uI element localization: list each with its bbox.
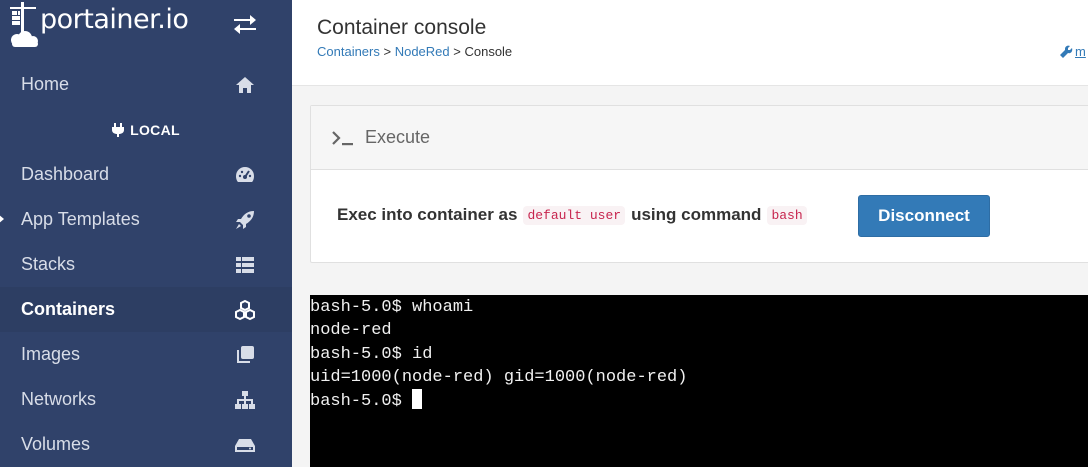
- brand: portainer.io: [0, 0, 292, 48]
- breadcrumb-container-link[interactable]: NodeRed: [395, 44, 450, 59]
- sidebar-item-stacks[interactable]: Stacks: [0, 242, 292, 287]
- terminal-console[interactable]: bash-5.0$ whoami node-red bash-5.0$ id u…: [310, 295, 1088, 467]
- rocket-icon: [236, 211, 254, 229]
- sitemap-icon: [235, 391, 255, 409]
- breadcrumb: Containers > NodeRed > Console: [317, 44, 512, 59]
- exec-prefix-text: Exec into container as: [337, 205, 518, 224]
- terminal-line: bash-5.0$ id: [310, 344, 433, 364]
- terminal-line: uid=1000(node-red) gid=1000(node-red): [310, 367, 688, 387]
- sidebar-item-label: Volumes: [21, 434, 91, 454]
- terminal-icon: [332, 130, 353, 145]
- hdd-icon: [235, 439, 255, 452]
- widget-body: Exec into container as default user usin…: [311, 170, 1088, 263]
- cubes-icon: [235, 299, 255, 321]
- exec-command-prefix-text: using command: [631, 205, 762, 224]
- home-icon: [236, 77, 254, 93]
- page-title: Container console: [317, 16, 487, 39]
- sidebar-item-home[interactable]: Home: [0, 62, 292, 107]
- sidebar-nav: Home LOCAL Dashboard App Templates Stack…: [0, 62, 292, 467]
- portainer-logo-icon[interactable]: [8, 2, 40, 48]
- plug-icon: [112, 122, 125, 137]
- sidebar-item-label: App Templates: [21, 209, 140, 229]
- sidebar-item-networks[interactable]: Networks: [0, 377, 292, 422]
- endpoint-label: LOCAL: [130, 121, 180, 138]
- widget-title: Execute: [365, 127, 431, 147]
- sidebar-item-app-templates[interactable]: App Templates: [0, 197, 292, 242]
- sidebar-item-images[interactable]: Images: [0, 332, 292, 377]
- sidebar-item-label: Images: [21, 344, 81, 364]
- terminal-prompt-line: bash-5.0$: [310, 389, 1088, 412]
- exec-command-code: bash: [767, 205, 807, 225]
- exchange-icon[interactable]: [232, 13, 258, 35]
- th-list-icon: [236, 257, 254, 273]
- my-account-label: m: [1075, 44, 1086, 59]
- sidebar-item-label: Stacks: [21, 254, 76, 274]
- sidebar: portainer.io Home LOCAL Dashboard App Te…: [0, 0, 292, 467]
- terminal-prompt: bash-5.0$: [310, 392, 402, 412]
- sidebar-item-volumes[interactable]: Volumes: [0, 422, 292, 467]
- endpoint-header: LOCAL: [0, 107, 292, 152]
- widget-header: Execute: [311, 106, 1088, 170]
- sidebar-item-label: Containers: [21, 299, 116, 319]
- wrench-icon: [1060, 45, 1073, 58]
- breadcrumb-separator: >: [379, 44, 395, 59]
- terminal-line: bash-5.0$ whoami: [310, 298, 474, 317]
- terminal-line: node-red: [310, 321, 392, 341]
- sidebar-item-label: Networks: [21, 389, 97, 409]
- terminal-cursor: [411, 389, 422, 410]
- breadcrumb-separator: >: [449, 44, 465, 59]
- brand-name[interactable]: portainer.io: [40, 4, 189, 35]
- expand-arrow-icon: [0, 214, 4, 224]
- my-account-link[interactable]: m: [1060, 44, 1086, 59]
- breadcrumb-containers-link[interactable]: Containers: [317, 44, 380, 59]
- dashboard-icon: [236, 167, 254, 182]
- exec-description: Exec into container as default user usin…: [337, 205, 813, 225]
- sidebar-item-label: Home: [21, 74, 70, 94]
- exec-user-code: default user: [523, 205, 626, 225]
- disconnect-button[interactable]: Disconnect: [858, 195, 990, 237]
- sidebar-item-containers[interactable]: Containers: [0, 287, 292, 332]
- clone-icon: [237, 346, 254, 363]
- sidebar-item-label: Dashboard: [21, 164, 110, 184]
- page-header: Container console Containers > NodeRed >…: [292, 0, 1088, 86]
- sidebar-item-dashboard[interactable]: Dashboard: [0, 152, 292, 197]
- execute-widget: Execute Exec into container as default u…: [310, 105, 1088, 263]
- breadcrumb-current: Console: [464, 44, 513, 59]
